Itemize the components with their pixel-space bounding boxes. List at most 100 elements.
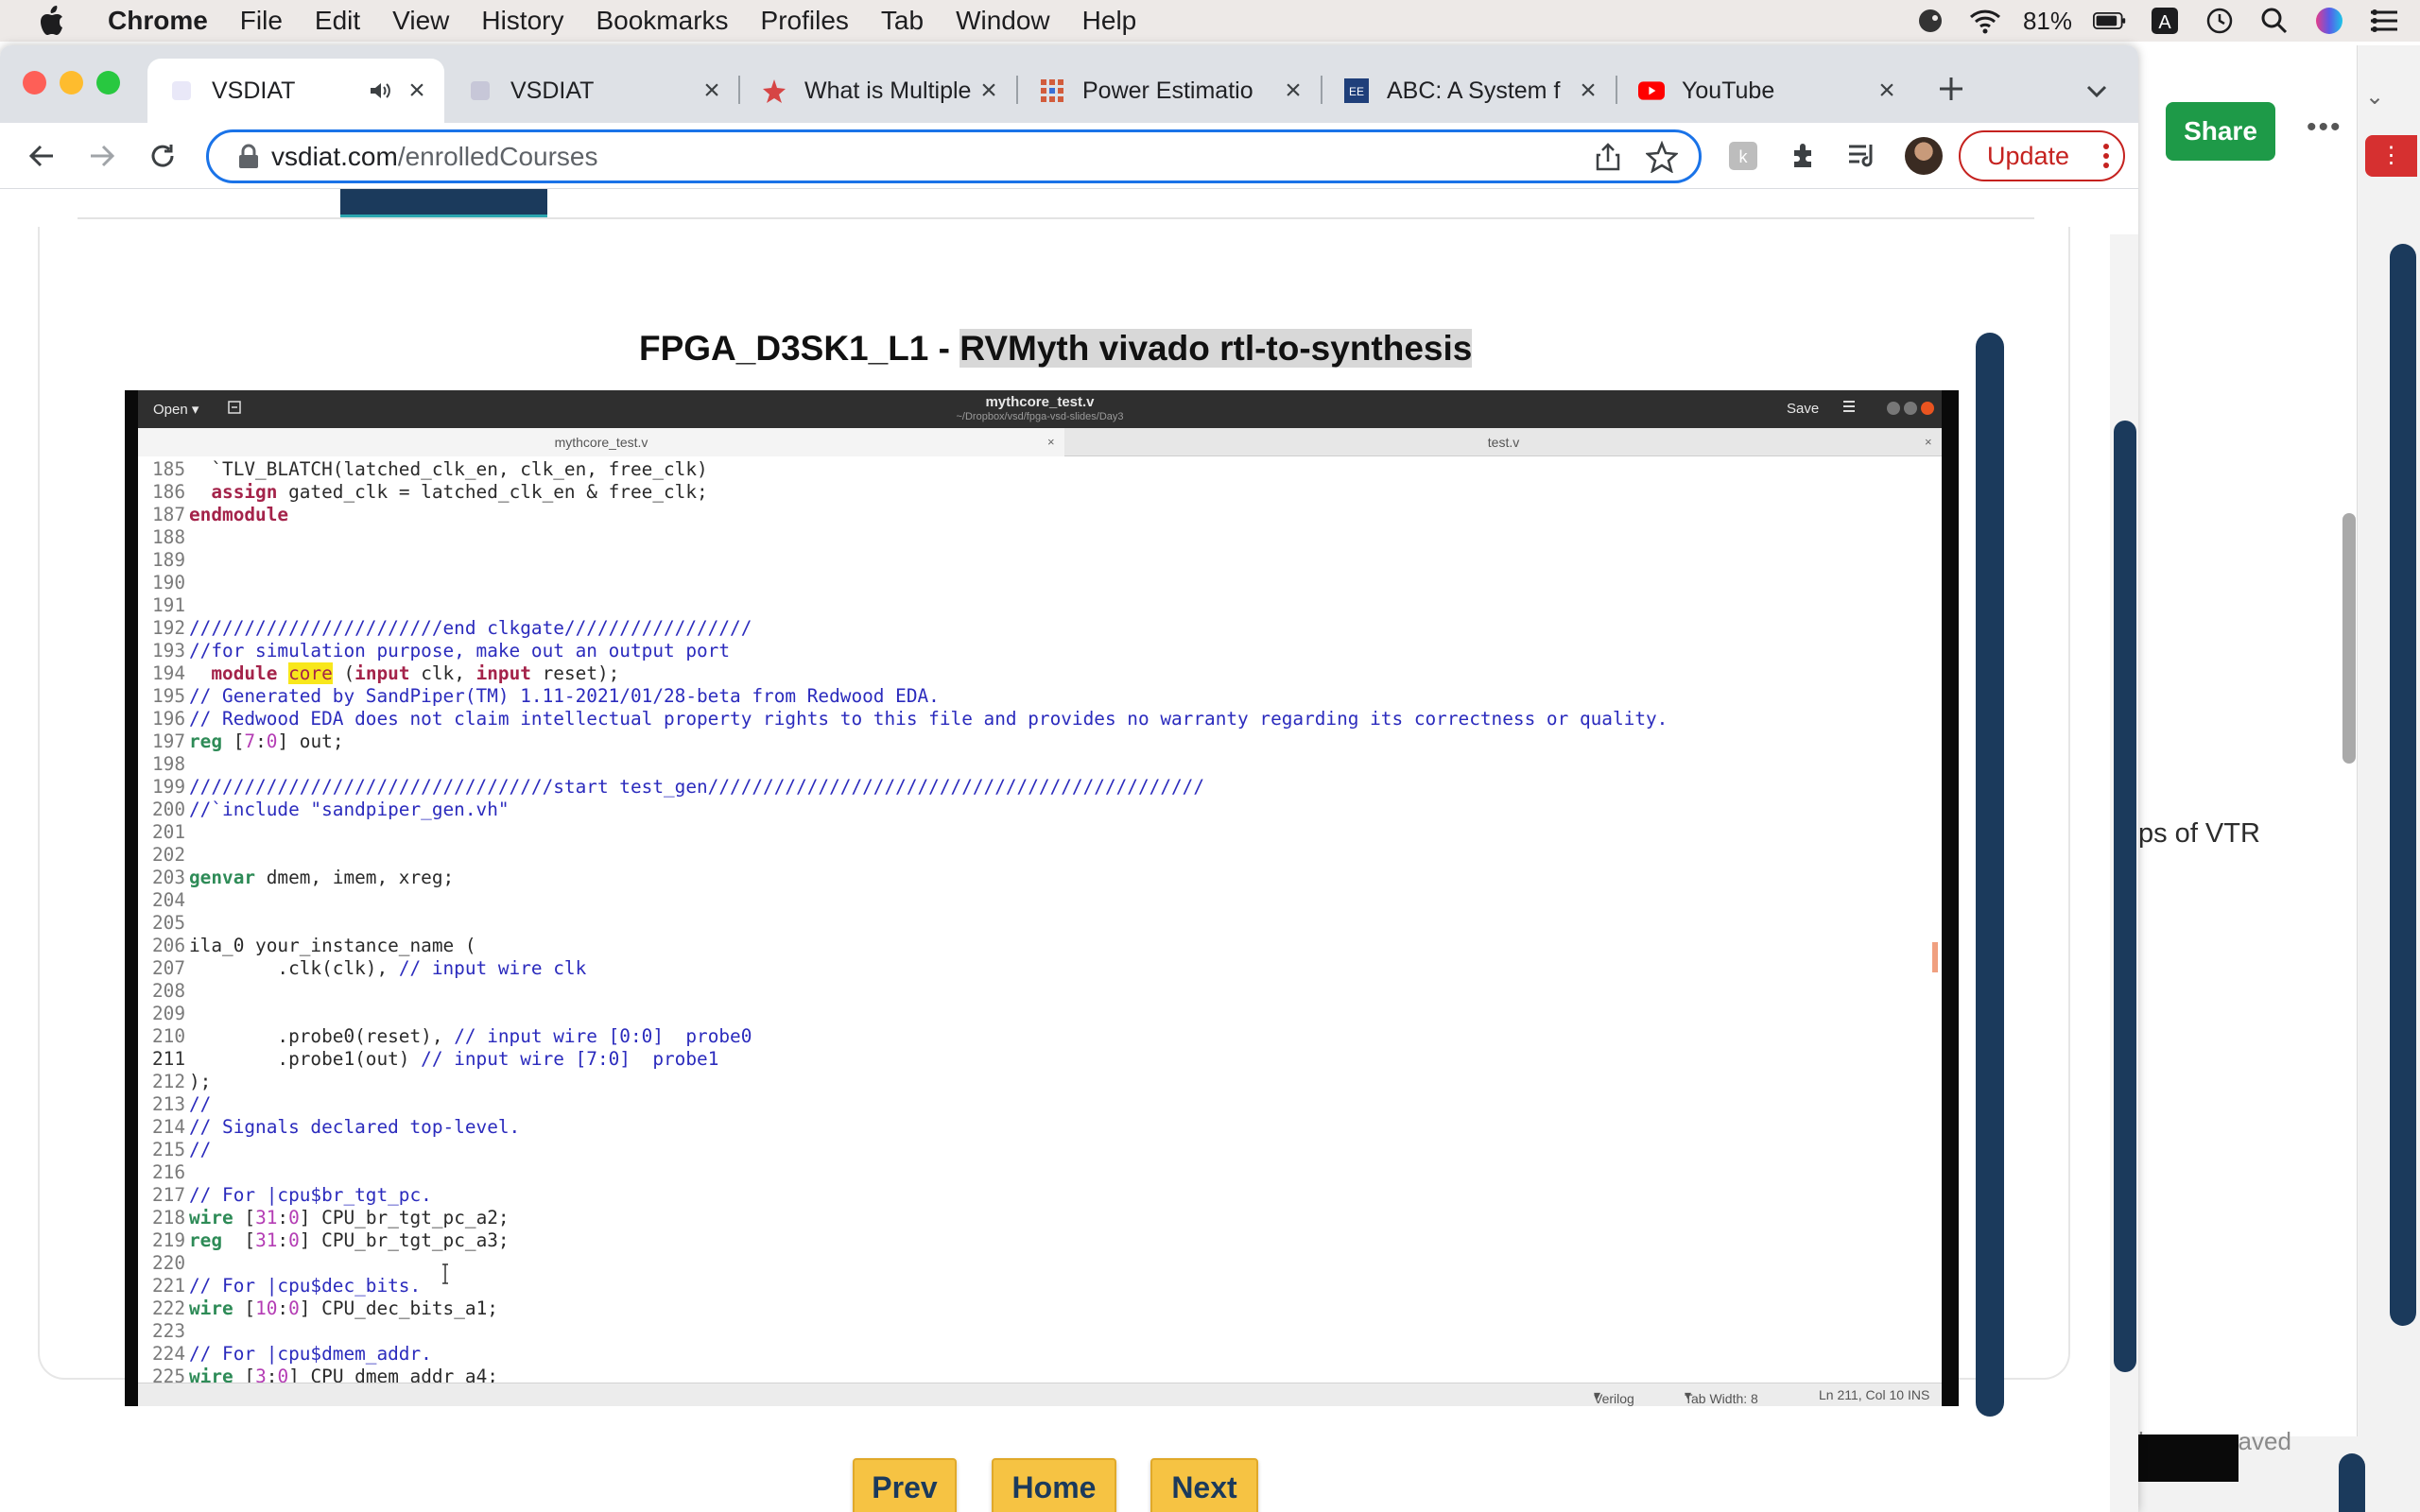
line-number: 206 [151,935,185,956]
url-host: vsdiat.com [271,142,398,171]
tab-close-icon[interactable]: × [403,75,431,106]
tab-power-estimation[interactable]: Power Estimatio × [1018,59,1321,123]
battery-icon[interactable] [2093,4,2127,38]
home-button[interactable]: Home [992,1458,1116,1512]
menu-history[interactable]: History [481,6,563,36]
line-number: 196 [151,708,185,730]
code-line: 215// [138,1139,211,1161]
extension-k-icon[interactable]: k [1724,137,1762,175]
more-options-icon[interactable]: ••• [2307,112,2342,144]
apple-menu-icon[interactable] [38,5,66,37]
code-line: 198 [138,753,189,776]
url-text[interactable]: vsdiat.com/enrolledCourses [271,142,598,172]
code-text: ila_0 your_instance_name ( [189,935,476,956]
prev-button[interactable]: Prev [853,1458,957,1512]
control-center-icon[interactable] [2367,4,2401,38]
tab-close-icon[interactable]: × [975,75,1003,106]
code-line: 214// Signals declared top-level. [138,1116,520,1139]
code-text: genvar dmem, imem, xreg; [189,867,455,888]
profile-avatar[interactable] [1905,137,1943,175]
window-close-button[interactable] [23,71,46,94]
tab-search-chevron-icon[interactable] [2080,74,2114,108]
reading-list-icon[interactable] [1843,137,1881,175]
video-scrollbar[interactable] [1976,333,2004,1417]
code-text: `TLV_BLATCH(latched_clk_en, clk_en, free… [189,458,708,480]
menu-window[interactable]: Window [956,6,1050,36]
code-line: 194 module core (input clk, input reset)… [138,662,619,685]
course-nav-active-tab[interactable] [340,189,547,217]
line-number: 209 [151,1003,185,1024]
editor-tab-width-label: Tab Width: 8 [1685,1391,1758,1406]
new-tab-icon[interactable] [1930,68,1972,110]
chrome-menu-icon[interactable] [2102,142,2110,170]
tab-vsdiat-active[interactable]: VSDIAT × [147,59,444,123]
menu-view[interactable]: View [392,6,449,36]
menu-help[interactable]: Help [1082,6,1137,36]
lesson-title: FPGA_D3SK1_L1 - RVMyth vivado rtl-to-syn… [639,329,1473,369]
code-line: 216 [138,1161,189,1184]
forward-arrow-icon[interactable] [83,137,121,175]
input-source-icon[interactable]: A [2148,4,2182,38]
code-line: 221// For |cpu$dec_bits. [138,1275,421,1297]
share-button[interactable]: Share [2166,102,2275,161]
lesson-video-player[interactable]: Open ▾ mythcore_test.v ~/Dropbox/vsd/fpg… [125,390,1959,1406]
window-minimize-button[interactable] [60,71,83,94]
line-number: 187 [151,504,185,525]
back-arrow-icon[interactable] [23,137,60,175]
menu-profiles[interactable]: Profiles [761,6,849,36]
wifi-icon[interactable] [1968,4,2002,38]
siri-icon[interactable] [2312,4,2346,38]
menu-app-chrome[interactable]: Chrome [108,6,208,36]
menu-tab[interactable]: Tab [881,6,924,36]
background-more-icon[interactable]: ⋮ [2365,135,2417,177]
speaker-icon[interactable] [367,77,393,104]
reload-icon[interactable] [144,137,182,175]
code-line: 204 [138,889,189,912]
code-line: 195// Generated by SandPiper(TM) 1.11-20… [138,685,940,708]
editor-code-area: 185 `TLV_BLATCH(latched_clk_en, clk_en, … [138,458,1942,1387]
line-number: 185 [151,458,185,480]
background-app-scrollbar-lower[interactable] [2339,1453,2365,1512]
tab-close-icon[interactable]: × [1574,75,1602,106]
tab-close-icon[interactable]: × [1279,75,1307,106]
extensions-puzzle-icon[interactable] [1785,137,1823,175]
menu-bookmarks[interactable]: Bookmarks [596,6,728,36]
tab-vsdiat[interactable]: VSDIAT × [446,59,739,123]
menu-file[interactable]: File [240,6,283,36]
tab-title: VSDIAT [212,77,296,104]
clock-icon[interactable] [2203,4,2237,38]
svg-text:A: A [2158,12,2171,33]
next-button[interactable]: Next [1150,1458,1258,1512]
page-scrollbar-thumb[interactable] [2114,421,2136,1372]
evernote-icon[interactable] [1913,4,1947,38]
background-app-scrollbar-thumb[interactable] [2342,513,2356,764]
tab-close-icon[interactable]: × [698,75,726,106]
update-chrome-button[interactable]: Update [1959,130,2125,181]
browser-toolbar: vsdiat.com/enrolledCourses k Update [0,123,2138,189]
spotlight-search-icon[interactable] [2257,4,2291,38]
line-number: 199 [151,776,185,798]
line-number: 195 [151,685,185,707]
line-number: 205 [151,912,185,934]
ieee-favicon-icon: EE [1343,77,1370,104]
line-number: 220 [151,1252,185,1274]
tab-close-icon[interactable]: × [1873,75,1901,106]
code-line: 206 ila_0 your_instance_name ( [138,935,476,957]
code-text: // For |cpu$dmem_addr. [189,1343,432,1365]
bookmark-star-icon[interactable] [1644,140,1680,174]
code-text: /////////////////////////////////start t… [189,776,1205,798]
address-bar[interactable]: vsdiat.com/enrolledCourses [206,129,1702,183]
tab-what-is-multiple[interactable]: What is Multiple × [740,59,1016,123]
menu-edit[interactable]: Edit [315,6,360,36]
background-app-scrollbar[interactable] [2390,244,2416,1326]
lock-icon[interactable] [237,144,262,170]
editor-window-buttons [1887,402,1934,415]
tab-abc-system[interactable]: EE ABC: A System f × [1322,59,1616,123]
background-app-text: ps of VTR [2138,818,2260,849]
code-text: // Redwood EDA does not claim intellectu… [189,708,1668,730]
share-page-icon[interactable] [1593,142,1623,172]
chevron-down-icon[interactable]: ⌄ [2365,83,2384,111]
tab-youtube[interactable]: YouTube × [1617,59,1914,123]
background-app-panel: Share ••• ps of VTR hanges saved [2138,45,2358,1482]
window-maximize-button[interactable] [96,71,120,94]
